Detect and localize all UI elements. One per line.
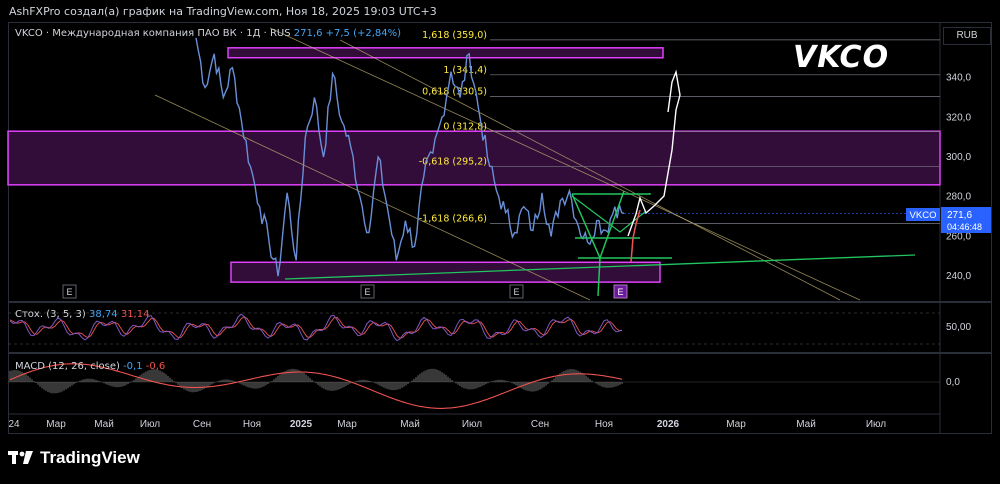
stoch-d-value: 31,14 [120,309,150,320]
time-axis-tick: Июл [866,419,886,430]
time-axis-tick: Мар [337,419,357,430]
fib-level-label: 0,618 (330,5) [422,86,487,97]
fib-level-label: 1,618 (359,0) [422,30,487,41]
stoch-legend[interactable]: Стох. (3, 5, 3) 38,74 31,14 [15,309,149,320]
time-axis-tick: Июл [140,419,160,430]
price-zone [227,47,664,59]
price-axis-tick: 320,0 [946,112,971,123]
symbol-tag-label: VKCO [910,210,937,221]
time-axis-tick: Мар [46,419,66,430]
price-axis: 340,0 320,0 300,0 280,0 260,0 240,0 [946,73,971,283]
earnings-marker-label: E [513,287,519,297]
tradingview-logo-icon [8,451,33,464]
time-axis-tick: Ноя [595,419,613,430]
time-axis-tick: Май [400,419,420,430]
stoch-k-value: 38,74 [89,309,118,320]
brand-name: TradingView [40,448,140,467]
time-axis: 24 Мар Май Июл Сен Ноя 2025 Мар Май Июл Сен Ноя 2026… [8,419,886,430]
symbol-legend[interactable]: VKCO · Международная компания ПАО ВК · 1… [15,28,401,39]
macd-legend[interactable]: MACD (12, 26, close) -0,1 -0,6 [15,361,165,372]
bar-countdown: 04:46:48 [947,222,982,232]
tradingview-brand[interactable]: TradingView [8,448,140,468]
time-axis-tick: 2025 [290,419,313,430]
earnings-marker-label: E [617,287,623,297]
price-axis-tick: 240,0 [946,271,971,282]
earnings-markers: E E E E [62,284,628,299]
macd-axis-label: 0,0 [946,377,960,388]
time-axis-tick: Май [796,419,816,430]
fib-level-label: -1,618 (266,6) [419,213,487,224]
earnings-marker-label: E [364,287,370,297]
currency-label[interactable]: RUB [943,27,991,45]
macd-signal-value: -0,6 [145,361,166,372]
price-axis-tick: 300,0 [946,152,971,163]
stoch-axis-label: 50,00 [946,322,971,333]
time-axis-tick: Сен [193,419,211,430]
time-axis-tick: Сен [531,419,549,430]
time-axis-tick: Май [94,419,114,430]
fib-level-label: -0,618 (295,2) [419,157,487,168]
macd-value: -0,1 [123,361,143,372]
time-axis-tick: Мар [726,419,746,430]
price-axis-tick: 280,0 [946,192,971,203]
price-axis-tick: 260,0 [946,231,971,242]
symbol-description: VKCO · Международная компания ПАО ВК · 1… [15,28,291,39]
time-axis-tick: 24 [8,419,20,430]
macd-name: MACD (12, 26, close) [15,361,120,372]
earnings-marker-label: E [66,287,72,297]
ticker-annotation: VKCO [793,40,890,75]
time-axis-tick: Июл [462,419,482,430]
legend-change: +7,5 (+2,84%) [325,28,402,39]
time-axis-tick: 2026 [657,419,680,430]
price-axis-tick: 340,0 [946,73,971,84]
time-axis-tick: Ноя [243,419,261,430]
stoch-name: Стох. (3, 5, 3) [15,309,86,320]
legend-price: 271,6 [293,28,323,39]
last-price-value: 271,6 [947,210,972,221]
